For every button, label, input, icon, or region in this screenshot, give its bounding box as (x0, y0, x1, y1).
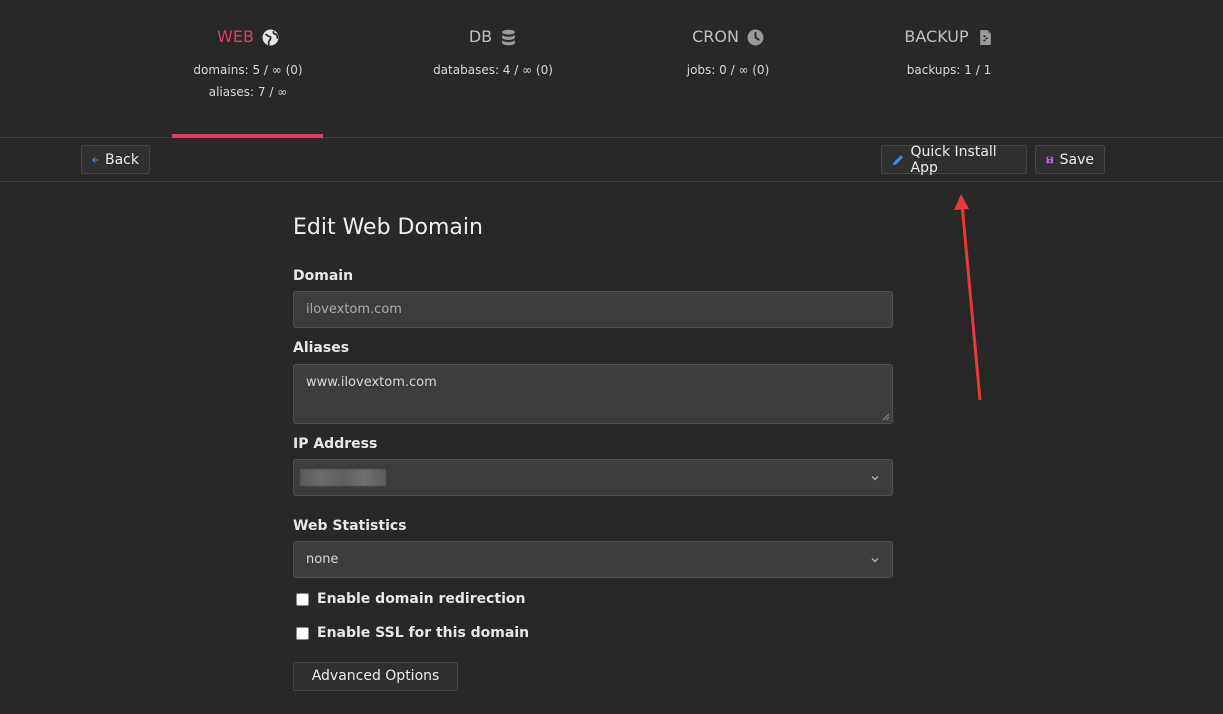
tab-backup-title: BACKUP (904, 27, 969, 46)
quick-install-app-label: Quick Install App (910, 143, 997, 176)
ip-address-select[interactable] (293, 459, 893, 496)
tab-web[interactable]: WEB domains: 5 / ∞ (0) aliases: 7 / ∞ (172, 0, 324, 138)
tab-db-title: DB (468, 27, 493, 46)
floppy-disk-icon (1046, 156, 1054, 163)
ssl-checkbox[interactable]: Enable SSL for this domain (296, 625, 529, 641)
checkbox-box[interactable] (296, 592, 309, 606)
toolbar: Back Quick Install App Save (0, 138, 1223, 182)
save-button-label: Save (1059, 151, 1094, 168)
back-button-label: Back (105, 151, 139, 168)
tab-db-stat: databases: 4 / ∞ (0) (433, 63, 553, 77)
redacted-ip-value (300, 469, 386, 486)
web-statistics-select[interactable]: none (293, 541, 893, 578)
domain-input[interactable]: ilovextom.com (293, 291, 893, 328)
resize-handle-icon[interactable] (882, 413, 890, 421)
tab-cron-stat: jobs: 0 / ∞ (0) (686, 63, 770, 77)
tab-web-stat-domains: domains: 5 / ∞ (0) (193, 63, 303, 77)
globe-icon (262, 29, 279, 46)
tab-backup[interactable]: BACKUP backups: 1 / 1 (873, 0, 1025, 138)
aliases-value: www.ilovextom.com (306, 375, 437, 390)
top-tabs: WEB domains: 5 / ∞ (0) aliases: 7 / ∞ DB… (0, 0, 1223, 138)
tab-db[interactable]: DB databases: 4 / ∞ (0) (417, 0, 569, 138)
tab-cron-title: CRON (692, 27, 739, 46)
tab-web-stat-aliases: aliases: 7 / ∞ (208, 85, 288, 99)
annotation-arrow-icon (954, 194, 982, 401)
ip-address-label: IP Address (293, 436, 378, 452)
domain-redirection-checkbox[interactable]: Enable domain redirection (296, 591, 525, 607)
quick-install-app-button[interactable]: Quick Install App (881, 143, 1027, 176)
page-title: Edit Web Domain (293, 215, 483, 240)
web-statistics-value: none (306, 552, 339, 567)
save-button[interactable]: Save (1035, 145, 1105, 174)
advanced-options-button[interactable]: Advanced Options (293, 662, 458, 691)
file-icon (979, 29, 991, 45)
chevron-down-icon (871, 476, 879, 481)
tab-backup-stat: backups: 1 / 1 (906, 63, 992, 77)
back-button[interactable]: Back (81, 145, 150, 174)
tab-web-title: WEB (217, 27, 254, 46)
ssl-label: Enable SSL for this domain (317, 625, 530, 641)
pencil-icon (892, 154, 904, 165)
tab-cron[interactable]: CRON jobs: 0 / ∞ (0) (652, 0, 804, 138)
checkbox-box[interactable] (296, 626, 309, 640)
aliases-textarea[interactable]: www.ilovextom.com (293, 364, 893, 424)
aliases-label: Aliases (293, 340, 350, 356)
domain-label: Domain (293, 268, 354, 284)
chevron-down-icon (871, 558, 879, 563)
web-statistics-label: Web Statistics (293, 518, 407, 534)
clock-icon (747, 29, 764, 45)
database-icon (502, 29, 516, 45)
domain-redirection-label: Enable domain redirection (317, 591, 526, 607)
arrow-left-icon (92, 156, 99, 163)
